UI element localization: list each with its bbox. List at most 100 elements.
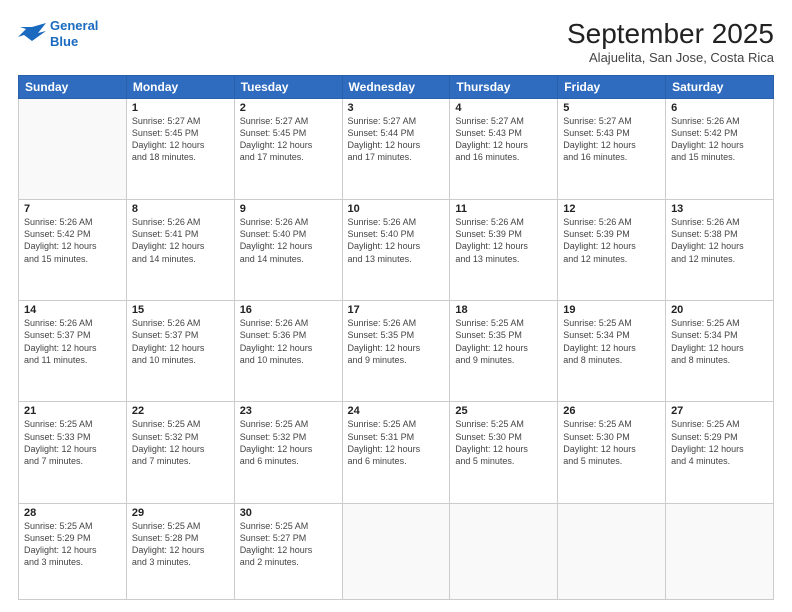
calendar-header-row: SundayMondayTuesdayWednesdayThursdayFrid… [19,76,774,99]
calendar-cell: 8Sunrise: 5:26 AM Sunset: 5:41 PM Daylig… [126,200,234,301]
calendar-cell: 14Sunrise: 5:26 AM Sunset: 5:37 PM Dayli… [19,301,127,402]
day-number: 14 [24,304,121,316]
logo-icon [18,23,46,45]
day-number: 11 [455,203,552,215]
day-info: Sunrise: 5:27 AM Sunset: 5:45 PM Dayligh… [240,115,337,164]
calendar-cell: 26Sunrise: 5:25 AM Sunset: 5:30 PM Dayli… [558,402,666,503]
weekday-header: Tuesday [234,76,342,99]
calendar-cell [450,503,558,599]
day-number: 22 [132,405,229,417]
logo-line2: Blue [50,34,78,49]
calendar-cell: 22Sunrise: 5:25 AM Sunset: 5:32 PM Dayli… [126,402,234,503]
day-number: 21 [24,405,121,417]
month-title: September 2025 [567,18,774,50]
calendar-week-row: 7Sunrise: 5:26 AM Sunset: 5:42 PM Daylig… [19,200,774,301]
day-number: 13 [671,203,768,215]
calendar-cell: 5Sunrise: 5:27 AM Sunset: 5:43 PM Daylig… [558,99,666,200]
weekday-header: Friday [558,76,666,99]
page: General Blue September 2025 Alajuelita, … [0,0,792,612]
day-number: 24 [348,405,445,417]
day-info: Sunrise: 5:27 AM Sunset: 5:43 PM Dayligh… [455,115,552,164]
day-info: Sunrise: 5:25 AM Sunset: 5:32 PM Dayligh… [240,418,337,467]
calendar-cell: 12Sunrise: 5:26 AM Sunset: 5:39 PM Dayli… [558,200,666,301]
day-info: Sunrise: 5:27 AM Sunset: 5:44 PM Dayligh… [348,115,445,164]
day-info: Sunrise: 5:26 AM Sunset: 5:38 PM Dayligh… [671,216,768,265]
day-info: Sunrise: 5:27 AM Sunset: 5:45 PM Dayligh… [132,115,229,164]
calendar-cell: 9Sunrise: 5:26 AM Sunset: 5:40 PM Daylig… [234,200,342,301]
day-info: Sunrise: 5:26 AM Sunset: 5:36 PM Dayligh… [240,317,337,366]
day-info: Sunrise: 5:25 AM Sunset: 5:33 PM Dayligh… [24,418,121,467]
calendar-cell [558,503,666,599]
calendar-cell: 10Sunrise: 5:26 AM Sunset: 5:40 PM Dayli… [342,200,450,301]
logo: General Blue [18,18,98,49]
calendar-cell: 7Sunrise: 5:26 AM Sunset: 5:42 PM Daylig… [19,200,127,301]
calendar-cell: 11Sunrise: 5:26 AM Sunset: 5:39 PM Dayli… [450,200,558,301]
day-number: 26 [563,405,660,417]
calendar-cell: 21Sunrise: 5:25 AM Sunset: 5:33 PM Dayli… [19,402,127,503]
day-number: 7 [24,203,121,215]
weekday-header: Thursday [450,76,558,99]
calendar-cell: 28Sunrise: 5:25 AM Sunset: 5:29 PM Dayli… [19,503,127,599]
day-info: Sunrise: 5:25 AM Sunset: 5:29 PM Dayligh… [671,418,768,467]
weekday-header: Saturday [666,76,774,99]
calendar-cell: 29Sunrise: 5:25 AM Sunset: 5:28 PM Dayli… [126,503,234,599]
day-info: Sunrise: 5:26 AM Sunset: 5:40 PM Dayligh… [240,216,337,265]
day-info: Sunrise: 5:26 AM Sunset: 5:41 PM Dayligh… [132,216,229,265]
day-info: Sunrise: 5:26 AM Sunset: 5:42 PM Dayligh… [24,216,121,265]
day-number: 23 [240,405,337,417]
day-number: 30 [240,507,337,519]
calendar-cell: 1Sunrise: 5:27 AM Sunset: 5:45 PM Daylig… [126,99,234,200]
calendar-week-row: 28Sunrise: 5:25 AM Sunset: 5:29 PM Dayli… [19,503,774,599]
calendar-cell [666,503,774,599]
logo-line1: General [50,18,98,33]
calendar-cell: 4Sunrise: 5:27 AM Sunset: 5:43 PM Daylig… [450,99,558,200]
day-number: 6 [671,102,768,114]
day-info: Sunrise: 5:25 AM Sunset: 5:32 PM Dayligh… [132,418,229,467]
calendar-cell: 25Sunrise: 5:25 AM Sunset: 5:30 PM Dayli… [450,402,558,503]
day-number: 5 [563,102,660,114]
calendar-week-row: 1Sunrise: 5:27 AM Sunset: 5:45 PM Daylig… [19,99,774,200]
day-number: 27 [671,405,768,417]
day-info: Sunrise: 5:25 AM Sunset: 5:30 PM Dayligh… [563,418,660,467]
day-number: 29 [132,507,229,519]
day-info: Sunrise: 5:25 AM Sunset: 5:31 PM Dayligh… [348,418,445,467]
weekday-header: Sunday [19,76,127,99]
calendar-cell [19,99,127,200]
day-number: 25 [455,405,552,417]
calendar-cell [342,503,450,599]
calendar-table: SundayMondayTuesdayWednesdayThursdayFrid… [18,75,774,600]
calendar-cell: 13Sunrise: 5:26 AM Sunset: 5:38 PM Dayli… [666,200,774,301]
day-info: Sunrise: 5:25 AM Sunset: 5:34 PM Dayligh… [671,317,768,366]
day-info: Sunrise: 5:26 AM Sunset: 5:39 PM Dayligh… [563,216,660,265]
day-info: Sunrise: 5:26 AM Sunset: 5:35 PM Dayligh… [348,317,445,366]
title-block: September 2025 Alajuelita, San Jose, Cos… [567,18,774,65]
day-number: 10 [348,203,445,215]
calendar-cell: 3Sunrise: 5:27 AM Sunset: 5:44 PM Daylig… [342,99,450,200]
calendar-cell: 27Sunrise: 5:25 AM Sunset: 5:29 PM Dayli… [666,402,774,503]
calendar-week-row: 14Sunrise: 5:26 AM Sunset: 5:37 PM Dayli… [19,301,774,402]
calendar-cell: 19Sunrise: 5:25 AM Sunset: 5:34 PM Dayli… [558,301,666,402]
calendar-cell: 30Sunrise: 5:25 AM Sunset: 5:27 PM Dayli… [234,503,342,599]
day-info: Sunrise: 5:25 AM Sunset: 5:28 PM Dayligh… [132,520,229,569]
day-number: 15 [132,304,229,316]
day-info: Sunrise: 5:26 AM Sunset: 5:37 PM Dayligh… [132,317,229,366]
day-info: Sunrise: 5:27 AM Sunset: 5:43 PM Dayligh… [563,115,660,164]
calendar-week-row: 21Sunrise: 5:25 AM Sunset: 5:33 PM Dayli… [19,402,774,503]
day-number: 4 [455,102,552,114]
day-info: Sunrise: 5:25 AM Sunset: 5:35 PM Dayligh… [455,317,552,366]
weekday-header: Monday [126,76,234,99]
calendar-cell: 23Sunrise: 5:25 AM Sunset: 5:32 PM Dayli… [234,402,342,503]
day-info: Sunrise: 5:26 AM Sunset: 5:40 PM Dayligh… [348,216,445,265]
calendar-cell: 18Sunrise: 5:25 AM Sunset: 5:35 PM Dayli… [450,301,558,402]
calendar-cell: 20Sunrise: 5:25 AM Sunset: 5:34 PM Dayli… [666,301,774,402]
day-info: Sunrise: 5:26 AM Sunset: 5:42 PM Dayligh… [671,115,768,164]
day-info: Sunrise: 5:26 AM Sunset: 5:39 PM Dayligh… [455,216,552,265]
day-number: 19 [563,304,660,316]
calendar-cell: 24Sunrise: 5:25 AM Sunset: 5:31 PM Dayli… [342,402,450,503]
day-number: 12 [563,203,660,215]
day-number: 2 [240,102,337,114]
day-number: 8 [132,203,229,215]
day-info: Sunrise: 5:26 AM Sunset: 5:37 PM Dayligh… [24,317,121,366]
logo-text: General Blue [50,18,98,49]
day-number: 16 [240,304,337,316]
